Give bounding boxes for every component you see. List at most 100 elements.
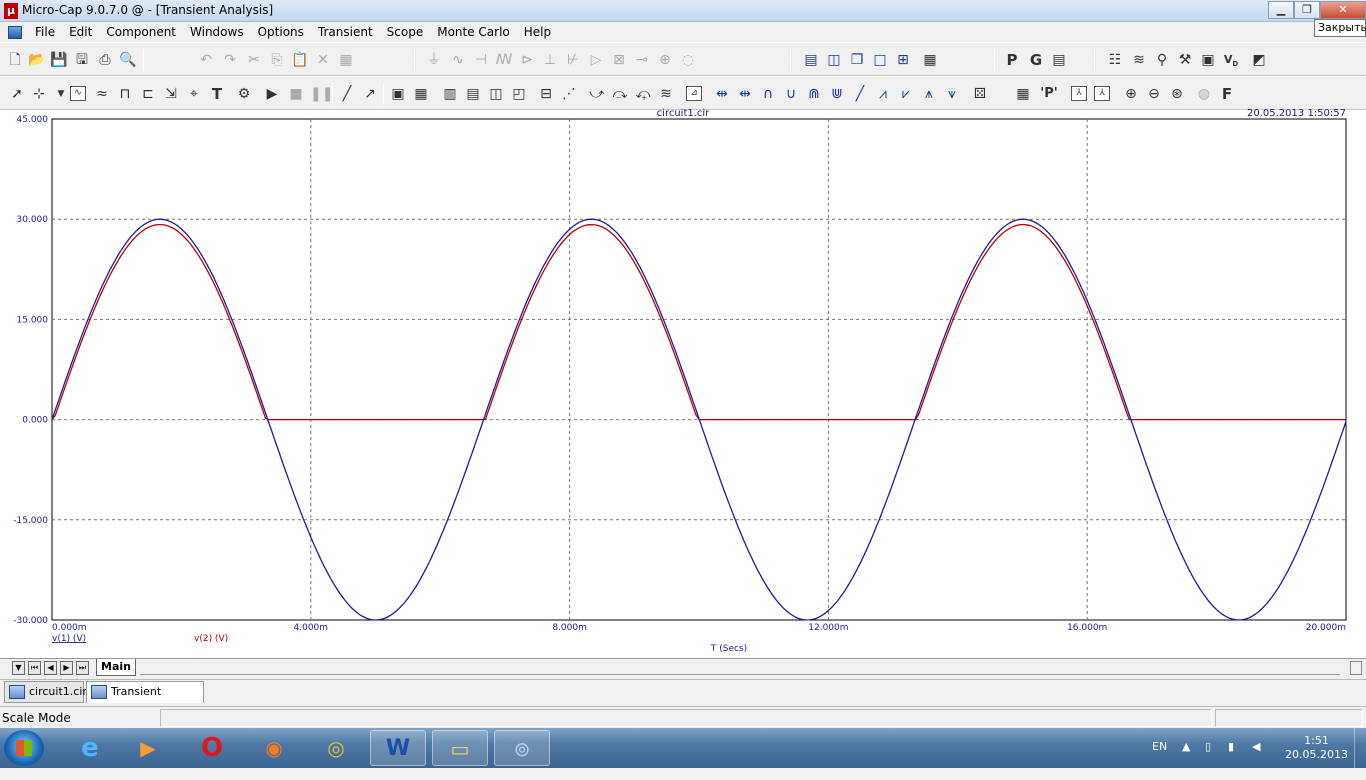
print-icon[interactable]: ⎙	[96, 51, 114, 69]
window-icon[interactable]: □	[871, 51, 889, 69]
save-all-icon[interactable]: 🖫	[73, 51, 91, 69]
scroll-right-button[interactable]	[1350, 661, 1362, 675]
chrome-icon[interactable]: ◎	[308, 730, 364, 766]
save-icon[interactable]: 💾	[50, 51, 68, 69]
tab-main[interactable]: Main	[96, 659, 136, 676]
frame-icon[interactable]: ▣	[389, 85, 407, 103]
minimize-button[interactable]: ▁	[1268, 1, 1294, 19]
copy-icon[interactable]: ⎘	[268, 51, 286, 69]
chip-icon[interactable]: ▣	[1199, 51, 1217, 69]
line-icon[interactable]: ╱	[338, 85, 356, 103]
ie-icon[interactable]: e	[62, 730, 118, 766]
open-file-icon[interactable]: 📂	[28, 51, 46, 69]
source-icon[interactable]: ◌	[679, 51, 697, 69]
menu-transient[interactable]: Transient	[311, 22, 380, 42]
netlist-icon[interactable]: ☷	[1106, 51, 1124, 69]
marker-icon[interactable]: ⇲	[162, 85, 180, 103]
stepping-icon[interactable]: ⚄	[971, 85, 989, 103]
cursor-right-icon[interactable]: ⇹	[736, 85, 754, 103]
menu-edit[interactable]: Edit	[62, 22, 99, 42]
switch-icon[interactable]: ⊸	[633, 51, 651, 69]
opera-icon[interactable]: O	[184, 730, 240, 766]
menu-monte-carlo[interactable]: Monte Carlo	[430, 22, 517, 42]
ground-icon[interactable]: ⏚	[425, 51, 443, 69]
menu-options[interactable]: Options	[251, 22, 311, 42]
vd-button[interactable]: VD	[1222, 51, 1240, 69]
g-button[interactable]: G	[1027, 51, 1045, 69]
dropdown-chevron-icon[interactable]: ▼	[52, 85, 70, 103]
cut-icon[interactable]: ✂	[245, 51, 263, 69]
low-icon[interactable]: ⋓	[828, 85, 846, 103]
print-preview-icon[interactable]: 🔍	[119, 51, 137, 69]
node-icon[interactable]: ⊕	[656, 51, 674, 69]
top-icon[interactable]: ⩚	[920, 85, 938, 103]
global-low-icon[interactable]: ⩗	[897, 85, 915, 103]
p-button[interactable]: P	[1003, 51, 1021, 69]
split-window-icon[interactable]: ⊞	[894, 51, 912, 69]
plot-icon[interactable]: ◩	[1250, 51, 1268, 69]
menu-scope[interactable]: Scope	[380, 22, 431, 42]
probe-icon[interactable]: ⚲	[1153, 51, 1171, 69]
properties-icon[interactable]: ⚙	[235, 85, 253, 103]
slope-icon[interactable]: ≋	[657, 85, 675, 103]
stop-icon[interactable]: ■	[287, 85, 305, 103]
globe-icon[interactable]: ◍	[1195, 85, 1213, 103]
maximize-button[interactable]: ❐	[1294, 1, 1320, 19]
cursor-left-icon[interactable]: ⇹	[713, 85, 731, 103]
menu-file[interactable]: File	[28, 22, 62, 42]
resistor-icon[interactable]: ∿	[449, 51, 467, 69]
high-icon[interactable]: ⋒	[805, 85, 823, 103]
new-file-icon[interactable]: 🗋	[6, 51, 24, 69]
tab-menu-chevron-icon[interactable]: ▼	[12, 661, 25, 675]
app-icon[interactable]: μ	[4, 3, 18, 19]
inflection-icon[interactable]: ⤽	[634, 85, 652, 103]
close-button[interactable]: ✕	[1320, 1, 1366, 19]
bottom-icon[interactable]: ⩛	[943, 85, 961, 103]
branch-icon[interactable]: ⅄	[1071, 86, 1087, 101]
battery-icon[interactable]: ⊥	[541, 51, 559, 69]
diode-icon[interactable]: ⊳	[518, 51, 536, 69]
calculator-icon[interactable]: ▦	[921, 51, 939, 69]
undo-icon[interactable]: ↶	[197, 51, 215, 69]
volume-icon[interactable]: ◀	[1252, 740, 1260, 780]
usb-icon[interactable]: ▯	[1205, 740, 1211, 780]
tile-vertical-icon[interactable]: ◫	[825, 51, 843, 69]
wire-icon[interactable]: ≈	[93, 85, 111, 103]
menu-help[interactable]: Help	[517, 22, 558, 42]
waveform-icon[interactable]: ≋	[1130, 51, 1148, 69]
valley-find-icon[interactable]: ∪	[782, 85, 800, 103]
tab-next-icon[interactable]: ▶	[60, 661, 73, 675]
minor-grid-icon[interactable]: ▥	[441, 85, 459, 103]
pause-icon[interactable]: ❚❚	[310, 85, 333, 103]
scale-mode-icon[interactable]: ∿	[70, 86, 86, 101]
slope-find-icon[interactable]: ╱	[851, 85, 869, 103]
menu-windows[interactable]: Windows	[183, 22, 251, 42]
inductor-icon[interactable]: ꟿ	[495, 51, 513, 69]
select-arrow-icon[interactable]: ➚	[8, 85, 26, 103]
label-icon[interactable]: ⊏	[139, 85, 157, 103]
peak-icon[interactable]: ⤻	[588, 85, 606, 103]
tab-prev-icon[interactable]: ◀	[44, 661, 57, 675]
vertical-grid-icon[interactable]: ◫	[487, 85, 505, 103]
global-high-icon[interactable]: ⩘	[874, 85, 892, 103]
zoom-in-icon[interactable]: ⊕	[1122, 85, 1140, 103]
show-desktop-button[interactable]	[1354, 728, 1366, 768]
start-button[interactable]	[4, 730, 44, 766]
grid-toggle-icon[interactable]: ▦	[412, 85, 430, 103]
p-quote-button[interactable]: 'P'	[1040, 85, 1058, 103]
arrow-line-icon[interactable]: ↗	[361, 85, 379, 103]
language-indicator[interactable]: EN	[1152, 740, 1167, 780]
tab-first-icon[interactable]: ⏮	[28, 661, 41, 675]
word-icon[interactable]: W	[370, 730, 426, 766]
select-all-icon[interactable]: ▦	[337, 51, 355, 69]
document-icon[interactable]	[8, 25, 22, 39]
grid-icon[interactable]: ▤	[1050, 51, 1068, 69]
capacitor-icon[interactable]: ⊣	[472, 51, 490, 69]
scale-icon[interactable]: ⊿	[686, 86, 702, 101]
tab-last-icon[interactable]: ⏭	[76, 661, 89, 675]
network-icon[interactable]: ▮	[1228, 740, 1234, 780]
branch-alt-icon[interactable]: ⅄	[1094, 86, 1110, 101]
plot-window[interactable]: 45.000 30.000 15.000 0.000 -15.000 -30.000 0.0…	[0, 110, 1366, 658]
axis-icon[interactable]: ⊟	[537, 85, 555, 103]
token-icon[interactable]: ⋰	[560, 85, 578, 103]
